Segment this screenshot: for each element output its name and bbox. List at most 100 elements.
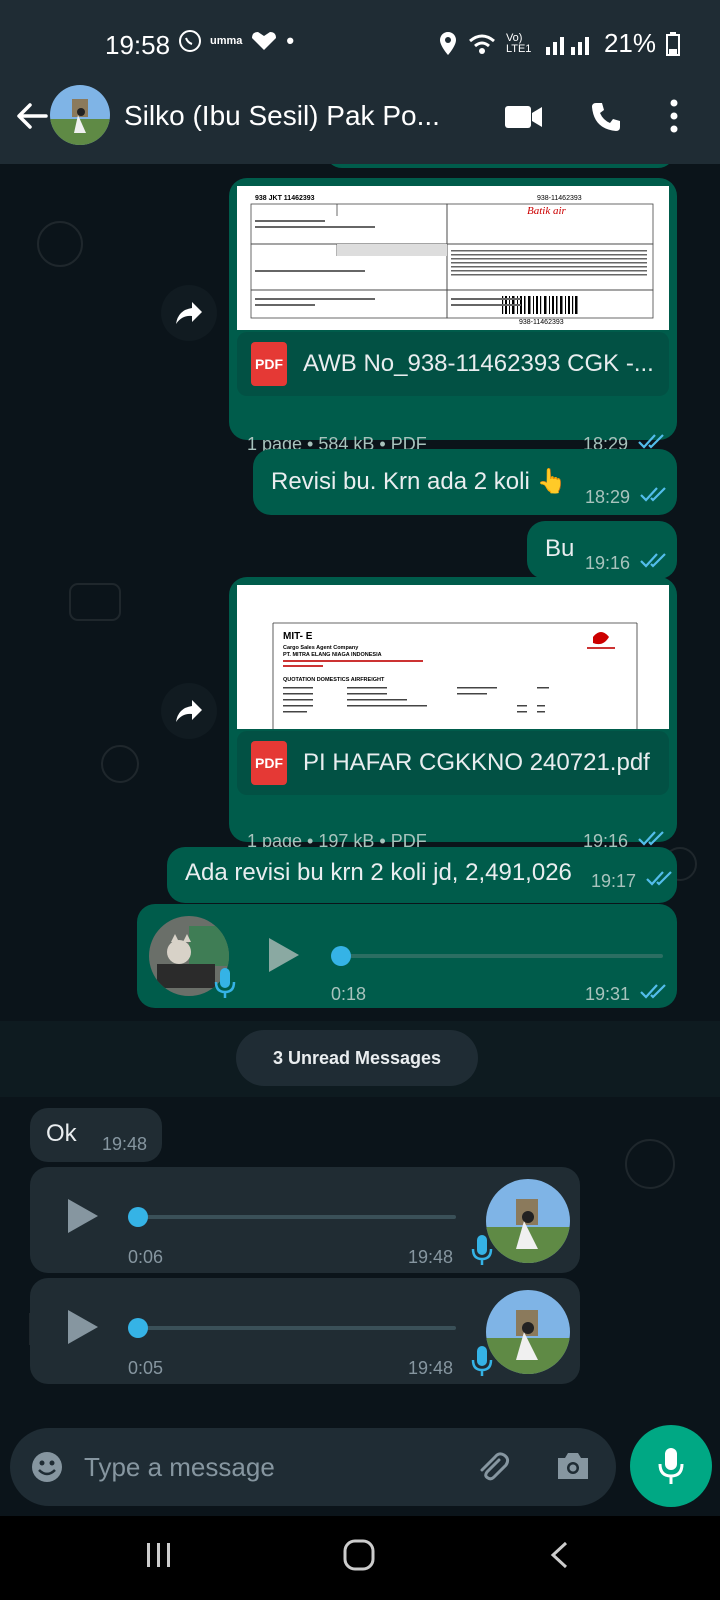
play-icon[interactable] xyxy=(66,1197,100,1235)
audio-seek-thumb[interactable] xyxy=(331,946,351,966)
message-text: Bu xyxy=(545,535,575,562)
audio-progress-bar[interactable] xyxy=(136,1326,456,1330)
message-bubble[interactable]: Revisi bu. Krn ada 2 koli 👆 18:29 xyxy=(253,449,677,515)
svg-text:938-11462393: 938-11462393 xyxy=(519,319,564,326)
play-icon[interactable] xyxy=(267,936,301,974)
dot-icon: • xyxy=(286,28,295,53)
back-arrow-icon[interactable] xyxy=(12,96,52,136)
svg-text:Cargo Sales Agent Company: Cargo Sales Agent Company xyxy=(283,645,359,651)
pdf-icon: PDF xyxy=(251,741,287,785)
forward-button[interactable] xyxy=(161,285,217,341)
mic-icon xyxy=(471,1346,493,1376)
forward-icon xyxy=(176,302,202,324)
sender-avatar xyxy=(486,1179,570,1263)
battery-percent: 21% xyxy=(603,28,656,58)
message-time: 19:16 xyxy=(585,553,631,573)
read-ticks-icon xyxy=(640,487,666,502)
umma-icon: umma xyxy=(210,35,243,47)
status-bar: 19:58 umma • Vo) LTE1 21% xyxy=(0,0,720,68)
network-label: Vo) LTE1 xyxy=(505,31,532,55)
read-ticks-icon xyxy=(638,434,664,449)
nav-back-icon[interactable] xyxy=(548,1540,570,1570)
read-ticks-icon xyxy=(646,871,672,886)
message-time: 19:48 xyxy=(102,1134,148,1154)
document-file-row[interactable]: PDF PI HAFAR CGKKNO 240721.pdf xyxy=(237,731,669,795)
forward-button[interactable] xyxy=(161,683,217,739)
message-input[interactable]: Type a message xyxy=(84,1452,275,1483)
play-icon[interactable] xyxy=(66,1308,100,1346)
message-text: Revisi bu. Krn ada 2 koli 👆 xyxy=(271,468,567,495)
message-bubble-partial[interactable] xyxy=(325,164,675,168)
svg-text:MIT- E: MIT- E xyxy=(283,631,313,642)
avatar[interactable] xyxy=(50,85,110,145)
message-time: 19:31 xyxy=(585,984,631,1004)
document-message-awb[interactable]: 938 JKT 11462393 938-11462393 Batik air … xyxy=(229,178,677,454)
phone-icon[interactable] xyxy=(590,101,622,133)
audio-duration: 0:18 xyxy=(331,984,367,1004)
document-name: AWB No_938-11462393 CGK -... xyxy=(303,350,654,377)
pi-preview-thumbnail[interactable]: MIT- E Cargo Sales Agent Company PT. MIT… xyxy=(237,585,669,729)
recent-apps-icon[interactable] xyxy=(144,1540,174,1570)
forward-icon xyxy=(176,700,202,722)
sender-avatar xyxy=(486,1290,570,1374)
svg-text:Batik air: Batik air xyxy=(527,205,567,217)
message-time: 19:48 xyxy=(408,1247,454,1267)
status-app-icons: umma • xyxy=(178,28,294,54)
audio-progress-bar[interactable] xyxy=(136,1215,456,1219)
pdf-icon: PDF xyxy=(251,342,287,386)
status-time: 19:58 xyxy=(105,30,171,60)
audio-progress-bar[interactable] xyxy=(339,954,663,958)
message-time: 19:17 xyxy=(591,871,637,891)
document-file-row[interactable]: PDF AWB No_938-11462393 CGK -... xyxy=(237,332,669,396)
quotation-image: MIT- E Cargo Sales Agent Company PT. MIT… xyxy=(237,585,669,729)
home-icon[interactable] xyxy=(342,1538,376,1572)
voice-message-incoming[interactable]: 0:05 19:48 xyxy=(30,1278,580,1384)
message-input-bar[interactable]: Type a message xyxy=(10,1428,616,1506)
camera-icon[interactable] xyxy=(555,1450,591,1482)
svg-text:938 JKT 11462393: 938 JKT 11462393 xyxy=(255,195,315,202)
audio-seek-thumb[interactable] xyxy=(128,1318,148,1338)
awb-preview-thumbnail[interactable]: 938 JKT 11462393 938-11462393 Batik air … xyxy=(237,186,669,330)
location-icon xyxy=(439,31,456,55)
audio-duration: 0:05 xyxy=(128,1358,164,1378)
message-text: Ada revisi bu krn 2 koli jd, 2,491,026 xyxy=(185,859,572,886)
message-text: Ok xyxy=(46,1120,77,1147)
svg-text:938-11462393: 938-11462393 xyxy=(537,195,582,202)
attach-icon[interactable] xyxy=(475,1450,511,1486)
read-ticks-icon xyxy=(638,831,664,846)
voice-message-outgoing[interactable]: 0:18 19:31 xyxy=(137,904,677,1008)
svg-text:PT. MITRA ELANG NIAGA INDONESI: PT. MITRA ELANG NIAGA INDONESIA xyxy=(283,652,382,658)
unread-count-badge: 3 Unread Messages xyxy=(236,1030,478,1086)
mic-icon xyxy=(214,968,236,998)
signal-icon xyxy=(545,36,589,55)
mic-icon xyxy=(471,1235,493,1265)
message-time: 18:29 xyxy=(585,487,631,507)
message-bubble-incoming[interactable]: Ok 19:48 xyxy=(30,1108,162,1162)
voice-record-button[interactable] xyxy=(630,1425,712,1507)
video-call-icon[interactable] xyxy=(505,104,543,130)
read-ticks-icon xyxy=(640,984,666,999)
contact-name[interactable]: Silko (Ibu Sesil) Pak Po... xyxy=(124,100,440,132)
whatsapp-icon xyxy=(179,30,201,52)
mic-icon xyxy=(658,1448,684,1484)
read-ticks-icon xyxy=(640,553,666,568)
laz-icon xyxy=(252,32,277,50)
emoji-icon[interactable] xyxy=(30,1450,64,1484)
chat-header: Silko (Ibu Sesil) Pak Po... xyxy=(0,68,720,164)
svg-text:QUOTATION DOMESTICS AIRFREIGHT: QUOTATION DOMESTICS AIRFREIGHT xyxy=(283,677,385,683)
voice-message-incoming[interactable]: 0:06 19:48 xyxy=(30,1167,580,1273)
document-name: PI HAFAR CGKKNO 240721.pdf xyxy=(303,749,650,776)
chat-area[interactable]: 938 JKT 11462393 938-11462393 Batik air … xyxy=(0,164,720,1404)
message-time: 19:48 xyxy=(408,1358,454,1378)
unread-separator: 3 Unread Messages xyxy=(0,1021,720,1097)
audio-seek-thumb[interactable] xyxy=(128,1207,148,1227)
status-system-icons: Vo) LTE1 21% xyxy=(438,28,680,59)
document-message-pi[interactable]: MIT- E Cargo Sales Agent Company PT. MIT… xyxy=(229,577,677,851)
message-bubble[interactable]: Ada revisi bu krn 2 koli jd, 2,491,026 1… xyxy=(167,847,677,903)
airway-bill-image: 938 JKT 11462393 938-11462393 Batik air … xyxy=(237,186,669,330)
more-vert-icon[interactable] xyxy=(670,98,678,134)
wifi-icon xyxy=(468,34,495,54)
message-bubble[interactable]: Bu 19:16 xyxy=(527,521,677,579)
audio-duration: 0:06 xyxy=(128,1247,164,1267)
system-nav-bar xyxy=(0,1516,720,1600)
